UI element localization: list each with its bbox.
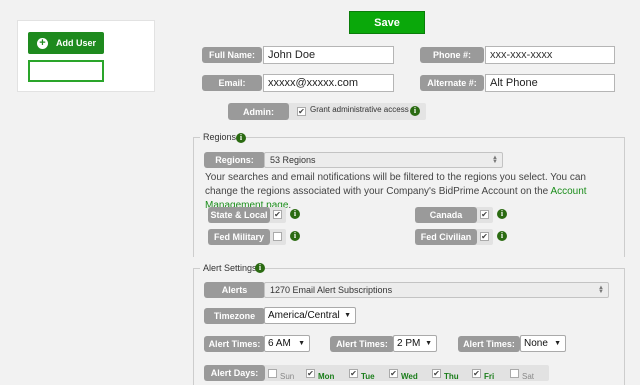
- updown-icon: ▲ ▼: [598, 285, 604, 295]
- phone-label: Phone #:: [420, 47, 484, 63]
- alert-time-2-value: 2 PM: [397, 338, 421, 349]
- caret-down-icon: ▼: [344, 312, 351, 319]
- alert-settings-info-icon[interactable]: i: [255, 263, 265, 273]
- regions-info-icon[interactable]: i: [236, 133, 246, 143]
- timezone-select[interactable]: America/Central ▼: [264, 307, 356, 324]
- regions-select[interactable]: 53 Regions ▲ ▼: [264, 152, 503, 168]
- alert-times-label-2: Alert Times:: [330, 336, 394, 352]
- phone-field[interactable]: xxx-xxx-xxxx: [485, 46, 615, 64]
- fed-civilian-info-icon[interactable]: i: [497, 231, 507, 241]
- add-user-label: Add User: [56, 38, 97, 48]
- day-wed-label: Wed: [401, 372, 418, 381]
- alert-times-label-1: Alert Times:: [204, 336, 265, 352]
- canada-info-icon[interactable]: i: [497, 209, 507, 219]
- fed-military-checkbox[interactable]: [273, 232, 282, 241]
- alert-times-label-3: Alert Times:: [458, 336, 520, 352]
- alert-settings-legend: Alert Settings: [200, 263, 260, 273]
- fed-military-info-icon[interactable]: i: [290, 231, 300, 241]
- selected-user-slot[interactable]: [28, 60, 104, 82]
- plus-icon: +: [37, 37, 48, 49]
- email-field[interactable]: xxxxx@xxxxx.com: [263, 74, 394, 92]
- day-tue-checkbox[interactable]: ✔: [349, 369, 358, 378]
- alerts-selected: 1270 Email Alert Subscriptions: [270, 285, 393, 295]
- email-label: Email:: [202, 75, 262, 91]
- full-name-label: Full Name:: [202, 47, 262, 63]
- admin-checkbox[interactable]: ✔: [297, 107, 306, 116]
- state-local-info-icon[interactable]: i: [290, 209, 300, 219]
- day-wed-checkbox[interactable]: ✔: [389, 369, 398, 378]
- day-sat-label: Sat: [522, 372, 535, 381]
- user-list-panel: + Add User: [17, 20, 155, 92]
- day-sun-checkbox[interactable]: [268, 369, 277, 378]
- day-fri-checkbox[interactable]: ✔: [472, 369, 481, 378]
- caret-down-icon: ▼: [298, 340, 305, 347]
- add-user-button[interactable]: + Add User: [28, 32, 104, 54]
- save-button[interactable]: Save: [349, 11, 425, 34]
- alert-time-2-select[interactable]: 2 PM ▼: [393, 335, 437, 352]
- fed-civilian-label: Fed Civilian: [415, 229, 477, 245]
- alert-time-3-select[interactable]: None ▼: [520, 335, 566, 352]
- fed-military-label: Fed Military: [208, 229, 270, 245]
- admin-label: Admin:: [228, 103, 289, 120]
- regions-legend: Regions: [200, 132, 240, 142]
- day-mon-label: Mon: [318, 372, 335, 381]
- canada-label: Canada: [415, 207, 477, 223]
- alert-time-1-value: 6 AM: [268, 338, 291, 349]
- state-local-label: State & Local: [208, 207, 270, 223]
- canada-checkbox[interactable]: ✔: [480, 210, 489, 219]
- caret-down-icon: ▼: [554, 340, 561, 347]
- timezone-label: Timezone: [204, 308, 265, 324]
- alert-days-label: Alert Days:: [204, 365, 265, 381]
- caret-down-icon: ▼: [425, 340, 432, 347]
- day-thu-checkbox[interactable]: ✔: [432, 369, 441, 378]
- day-tue-label: Tue: [361, 372, 375, 381]
- day-fri-label: Fri: [484, 372, 495, 381]
- regions-description-text: Your searches and email notifications wi…: [205, 172, 586, 197]
- alert-time-1-select[interactable]: 6 AM ▼: [264, 335, 310, 352]
- admin-checkbox-label: Grant administrative access: [310, 105, 409, 114]
- day-sat-checkbox[interactable]: [510, 369, 519, 378]
- updown-icon: ▲ ▼: [492, 155, 498, 165]
- day-sun-label: Sun: [280, 372, 295, 381]
- fed-civilian-checkbox[interactable]: ✔: [480, 232, 489, 241]
- state-local-checkbox[interactable]: ✔: [273, 210, 282, 219]
- full-name-field[interactable]: John Doe: [263, 46, 394, 64]
- alternate-label: Alternate #:: [420, 75, 484, 91]
- day-mon-checkbox[interactable]: ✔: [306, 369, 315, 378]
- alerts-label: Alerts: [204, 282, 265, 298]
- timezone-value: America/Central: [268, 310, 340, 321]
- regions-selected: 53 Regions: [270, 155, 316, 165]
- alternate-phone-field[interactable]: Alt Phone: [485, 74, 615, 92]
- alert-time-3-value: None: [524, 338, 548, 349]
- day-thu-label: Thu: [444, 372, 459, 381]
- regions-label: Regions:: [204, 152, 265, 168]
- info-icon[interactable]: i: [410, 106, 420, 116]
- alerts-select[interactable]: 1270 Email Alert Subscriptions ▲ ▼: [264, 282, 609, 298]
